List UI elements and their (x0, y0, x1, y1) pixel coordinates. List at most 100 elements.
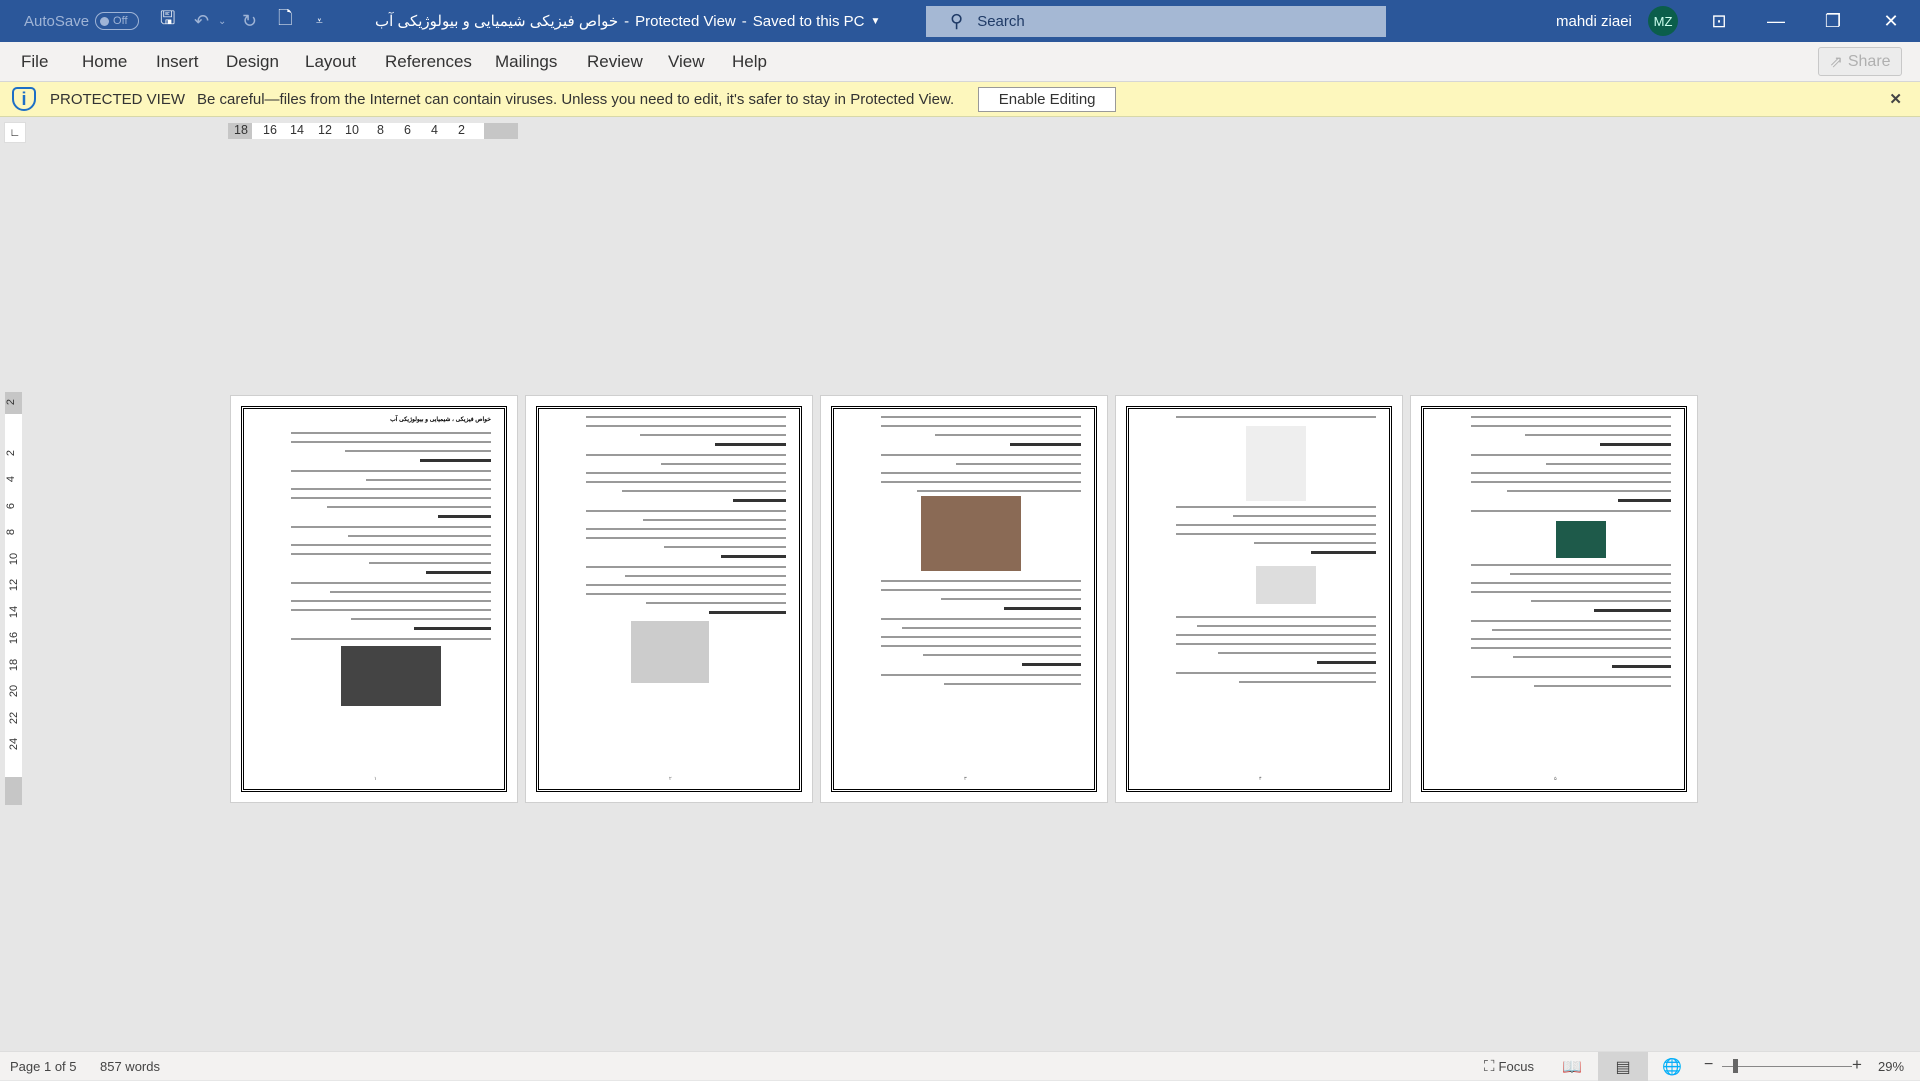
tab-file[interactable]: File (21, 52, 48, 72)
word-count[interactable]: 857 words (100, 1059, 160, 1074)
text-line (661, 463, 786, 465)
document-image (1256, 566, 1316, 604)
text-line (944, 683, 1081, 685)
document-image (1246, 426, 1306, 501)
document-title: خواص فیزیکی شیمیایی و بیولوژیکی آب - Prot… (375, 12, 881, 31)
document-image (341, 646, 441, 706)
user-name[interactable]: mahdi ziaei (1556, 0, 1632, 42)
text-line (369, 562, 491, 564)
close-icon[interactable]: ✕ (1868, 0, 1914, 42)
ruler-tick-label: 24 (8, 737, 21, 751)
zoom-slider[interactable] (1722, 1066, 1852, 1067)
page-thumbnail[interactable]: خواص فیزیکی ، شیمیایی و بیولوژیکی آب ۱ (230, 395, 518, 803)
page-number: ۴ (1259, 776, 1262, 782)
page-number: ۵ (1554, 776, 1557, 782)
autosave-toggle[interactable]: AutoSave Off (24, 0, 140, 42)
autosave-label: AutoSave (24, 12, 90, 30)
text-line (643, 519, 786, 521)
text-line (1534, 685, 1671, 687)
text-line (1176, 616, 1376, 618)
tab-help[interactable]: Help (732, 52, 767, 72)
minimize-icon[interactable]: — (1753, 0, 1799, 42)
text-line (1594, 609, 1671, 612)
text-line (291, 432, 491, 434)
text-line (586, 454, 786, 456)
chevron-down-icon[interactable]: ▼ (871, 16, 881, 27)
text-line (1176, 506, 1376, 508)
document-image (1556, 521, 1606, 558)
text-line (709, 611, 786, 614)
tab-design[interactable]: Design (226, 52, 279, 72)
customize-qat-icon[interactable]: ⩡ (316, 0, 323, 42)
horizontal-ruler[interactable]: 18 16 14 12 10 8 6 4 2 (228, 123, 518, 139)
tab-view[interactable]: View (668, 52, 705, 72)
save-icon[interactable]: 🖫 (160, 0, 175, 42)
redo-icon[interactable]: ↻ (242, 0, 257, 42)
text-line (881, 674, 1081, 676)
text-line (1618, 499, 1671, 502)
zoom-slider-thumb[interactable] (1733, 1059, 1738, 1073)
document-image (921, 496, 1021, 571)
print-layout-icon[interactable]: ▤ (1598, 1052, 1648, 1081)
save-status[interactable]: Saved to this PC (753, 13, 865, 30)
text-line (881, 416, 1081, 418)
search-box[interactable]: ⚲ Search (926, 6, 1386, 37)
tab-references[interactable]: References (385, 52, 472, 72)
text-line (1471, 472, 1671, 474)
tab-layout[interactable]: Layout (305, 52, 356, 72)
text-line (881, 645, 1081, 647)
text-line (881, 589, 1081, 591)
text-line (1311, 551, 1376, 554)
page-thumbnail[interactable]: ۲ (525, 395, 813, 803)
text-line (1176, 672, 1376, 674)
enable-editing-button[interactable]: Enable Editing (978, 86, 1117, 112)
text-line (941, 598, 1081, 600)
text-line (1471, 647, 1671, 649)
text-line (586, 593, 786, 595)
ruler-tick-label: 12 (8, 578, 21, 592)
text-line (1507, 490, 1671, 492)
ruler-tick-label: 8 (5, 528, 18, 536)
text-line (1471, 564, 1671, 566)
text-line (291, 582, 491, 584)
text-line (1546, 463, 1671, 465)
view-mode: Protected View (635, 12, 736, 30)
avatar[interactable]: MZ (1648, 6, 1678, 36)
text-line (1471, 620, 1671, 622)
page-thumbnail[interactable]: ۵ (1410, 395, 1698, 803)
restore-icon[interactable]: ❐ (1810, 0, 1856, 42)
tab-home[interactable]: Home (82, 52, 127, 72)
share-button[interactable]: ⇗ Share (1818, 47, 1902, 76)
tab-review[interactable]: Review (587, 52, 643, 72)
ribbon-display-options-icon[interactable]: ⊡ (1696, 0, 1742, 42)
zoom-level[interactable]: 29% (1878, 1059, 1904, 1074)
page-thumbnail[interactable]: ۳ (820, 395, 1108, 803)
text-line (1254, 542, 1376, 544)
undo-icon[interactable]: ↶ (194, 0, 209, 42)
close-icon[interactable]: ✕ (1889, 90, 1902, 108)
focus-icon: ⛶ (1484, 1058, 1495, 1075)
page-heading: خواص فیزیکی ، شیمیایی و بیولوژیکی آب (390, 417, 491, 423)
protected-view-message: Be careful—files from the Internet can c… (197, 90, 955, 108)
text-line (586, 416, 786, 418)
focus-button[interactable]: ⛶ Focus (1474, 1052, 1544, 1081)
tab-insert[interactable]: Insert (156, 52, 199, 72)
read-mode-icon[interactable]: 📖 (1547, 1052, 1597, 1081)
new-document-icon[interactable]: 🗋 (278, 0, 292, 42)
text-line (366, 479, 491, 481)
text-line (291, 497, 491, 499)
text-line (586, 537, 786, 539)
tab-mailings[interactable]: Mailings (495, 52, 557, 72)
text-line (438, 515, 491, 518)
tab-stop-selector[interactable]: ∟ (4, 122, 26, 143)
zoom-in-button[interactable]: + (1852, 1055, 1862, 1075)
web-layout-icon[interactable]: 🌐 (1647, 1052, 1697, 1081)
vertical-ruler[interactable]: 2 2 4 6 8 10 12 14 16 18 20 22 24 (5, 392, 22, 805)
zoom-out-button[interactable]: − (1704, 1056, 1713, 1074)
ruler-tick-label: 20 (8, 684, 21, 698)
page-count[interactable]: Page 1 of 5 (10, 1059, 77, 1074)
share-icon: ⇗ (1829, 53, 1843, 71)
text-line (426, 571, 491, 574)
undo-dropdown-icon[interactable]: ⌄ (218, 0, 226, 42)
page-thumbnail[interactable]: ۴ (1115, 395, 1403, 803)
